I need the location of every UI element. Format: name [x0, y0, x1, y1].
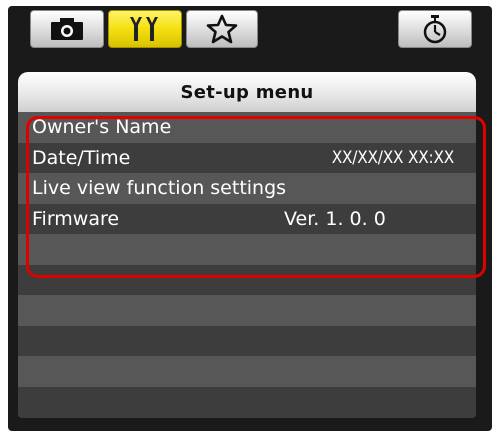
camera-icon: [51, 18, 83, 40]
menu-item-date-time[interactable]: Date/Time XX/XX/XX XX:XX: [18, 142, 476, 173]
tab-setup[interactable]: [108, 10, 182, 48]
star-icon: [206, 14, 238, 44]
empty-menu-row: [18, 295, 476, 326]
firmware-version-value: Ver. 1. 0. 0: [284, 207, 386, 230]
menu-item-owners-name[interactable]: Owner's Name: [18, 112, 476, 143]
tab-timer[interactable]: [398, 10, 472, 48]
wrench-icon: [130, 17, 158, 41]
empty-menu-row: [18, 386, 476, 417]
date-time-value: XX/XX/XX XX:XX: [331, 147, 454, 168]
menu-item-live-view-settings[interactable]: Live view function settings: [18, 173, 476, 204]
tab-my-menu[interactable]: [186, 10, 258, 48]
empty-menu-row: [18, 325, 476, 356]
tab-shooting[interactable]: [30, 10, 104, 48]
menu-item-firmware[interactable]: Firmware Ver. 1. 0. 0: [18, 203, 476, 234]
menu-title: Set-up menu: [18, 72, 476, 112]
menu-item-label: Firmware: [32, 207, 120, 230]
empty-menu-row: [18, 356, 476, 387]
timer-icon: [423, 15, 447, 44]
empty-menu-row: [18, 234, 476, 265]
menu-item-label: Date/Time: [32, 146, 131, 169]
menu-item-label: Owner's Name: [32, 116, 172, 139]
setup-menu-panel: Set-up menu Owner's Name Date/Time XX/XX…: [18, 72, 476, 418]
empty-menu-row: [18, 264, 476, 295]
menu-item-label: Live view function settings: [32, 177, 287, 200]
